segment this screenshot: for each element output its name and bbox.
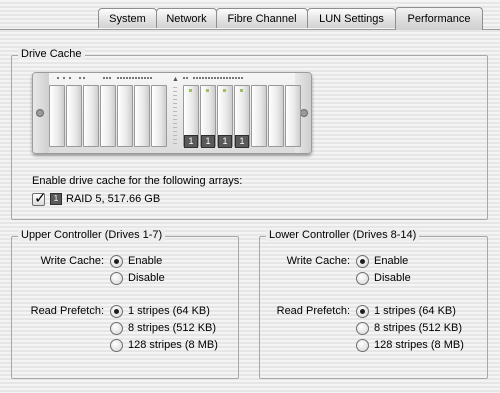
tab-network[interactable]: Network: [156, 8, 217, 28]
upper-prefetch-1-radio[interactable]: [110, 305, 123, 318]
upper-prefetch-8-label: 8 stripes (512 KB): [128, 322, 217, 334]
tab-fibre-channel[interactable]: Fibre Channel: [216, 8, 308, 28]
eject-icon: ▲: [172, 76, 179, 83]
right-screw-icon: [300, 109, 308, 117]
drive-bay: [151, 85, 167, 147]
drive-cache-instruction: Enable drive cache for the following arr…: [32, 175, 243, 187]
array-badge-icon: 1: [50, 193, 62, 205]
upper-prefetch-8-radio[interactable]: [110, 322, 123, 335]
upper-write-enable-radio[interactable]: [110, 255, 123, 268]
drive-bay: [66, 85, 82, 147]
upper-write-disable-label: Disable: [128, 272, 165, 284]
lower-prefetch-1-radio[interactable]: [356, 305, 369, 318]
lower-write-disable-label: Disable: [374, 272, 411, 284]
upper-prefetch-128-label: 128 stripes (8 MB): [128, 339, 218, 351]
drive-activity-led: [240, 89, 243, 92]
tab-performance[interactable]: Performance: [395, 7, 483, 30]
array-tag: 1: [184, 135, 198, 148]
drive-bay: [285, 85, 301, 147]
upper-write-enable-label: Enable: [128, 255, 163, 267]
upper-controller-title: Upper Controller (Drives 1-7): [18, 229, 166, 241]
upper-write-cache-label: Write Cache:: [40, 255, 104, 267]
upper-prefetch-128-radio[interactable]: [110, 339, 123, 352]
upper-write-disable-radio[interactable]: [110, 272, 123, 285]
lower-write-disable-radio[interactable]: [356, 272, 369, 285]
lower-read-prefetch-label: Read Prefetch:: [276, 305, 350, 317]
checkmark-icon: ✓: [34, 190, 47, 207]
tab-lun-settings[interactable]: LUN Settings: [307, 8, 396, 28]
drive-bay: [83, 85, 99, 147]
drive-bay: [134, 85, 150, 147]
center-vent: [173, 87, 177, 145]
upper-prefetch-1-label: 1 stripes (64 KB): [128, 305, 210, 317]
lower-prefetch-8-radio[interactable]: [356, 322, 369, 335]
drive-bay: [100, 85, 116, 147]
lower-prefetch-8-label: 8 stripes (512 KB): [374, 322, 463, 334]
drive-bay: [268, 85, 284, 147]
drive-enclosure-image: ▲ 1 1 1 1: [32, 72, 312, 154]
drive-bay: [49, 85, 65, 147]
drive-activity-led: [223, 89, 226, 92]
lower-prefetch-128-radio[interactable]: [356, 339, 369, 352]
drive-bay: [117, 85, 133, 147]
array-tag: 1: [218, 135, 232, 148]
drive-bay: [251, 85, 267, 147]
drive-activity-led: [189, 89, 192, 92]
tab-bar: System Network Fibre Channel LUN Setting…: [0, 0, 500, 30]
lower-controller-title: Lower Controller (Drives 8-14): [266, 229, 420, 241]
array-tag: 1: [235, 135, 249, 148]
tab-system[interactable]: System: [98, 8, 157, 28]
left-screw-icon: [36, 109, 44, 117]
lower-prefetch-128-label: 128 stripes (8 MB): [374, 339, 464, 351]
raid5-array-label: RAID 5, 517.66 GB: [66, 193, 161, 205]
lower-write-enable-radio[interactable]: [356, 255, 369, 268]
drive-cache-title: Drive Cache: [18, 48, 85, 60]
lower-prefetch-1-label: 1 stripes (64 KB): [374, 305, 456, 317]
drive-activity-led: [206, 89, 209, 92]
raid5-cache-checkbox[interactable]: ✓: [32, 190, 47, 207]
upper-read-prefetch-label: Read Prefetch:: [30, 305, 104, 317]
array-tag: 1: [201, 135, 215, 148]
lower-write-cache-label: Write Cache:: [286, 255, 350, 267]
lower-write-enable-label: Enable: [374, 255, 409, 267]
